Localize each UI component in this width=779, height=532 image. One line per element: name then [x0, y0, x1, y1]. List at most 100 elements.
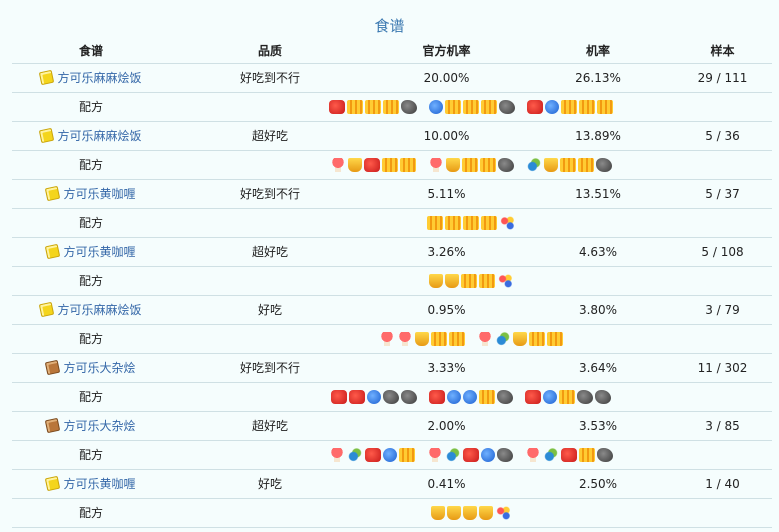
ingredient-combo: [330, 389, 418, 404]
rock-icon: [499, 99, 515, 114]
table-row: 方可乐麻麻烩饭 好吃到不行 20.00% 26.13% 29 / 111: [12, 62, 772, 92]
ingredients-cell: [170, 91, 772, 121]
grain-icon: [400, 157, 416, 172]
fish-icon: [545, 99, 559, 114]
table-row: 方可乐黄咖喱 好吃 0.41% 2.50% 1 / 40: [12, 468, 772, 498]
grain-icon: [597, 99, 613, 114]
ingredient-combo: [427, 157, 515, 172]
recipe-link[interactable]: 方可乐麻麻烩饭: [57, 303, 141, 317]
table-row: 方可乐大杂烩 超好吃 2.00% 3.53% 3 / 85: [12, 410, 772, 440]
rock-icon: [401, 99, 417, 114]
ingredient-combo: [328, 99, 418, 114]
rock-icon: [497, 447, 513, 462]
rock-icon: [596, 157, 612, 172]
rate-cell: 4.63%: [523, 236, 673, 266]
recipe-label: 配方: [12, 265, 170, 295]
meat-icon: [329, 99, 345, 114]
recipe-label: 配方: [12, 149, 170, 179]
grain-icon: [427, 215, 443, 230]
berries-icon: [495, 505, 511, 520]
ingredient-combo: [328, 447, 416, 462]
honey-cup-icon: [429, 273, 443, 288]
recipe-label: 配方: [12, 91, 170, 121]
fish-icon: [543, 389, 557, 404]
table-row: 方可乐麻麻烩饭 超好吃 10.00% 13.89% 5 / 36: [12, 120, 772, 150]
dish-icon: [45, 359, 61, 376]
header-rate: 机率: [585, 43, 610, 58]
recipe-link[interactable]: 方可乐黄咖喱: [63, 245, 135, 259]
grain-icon: [463, 99, 479, 114]
recipe-link[interactable]: 方可乐大杂烩: [63, 361, 135, 375]
recipe-label: 配方: [12, 207, 170, 237]
ingredient-combo: [428, 273, 514, 288]
ingredient-combo: [430, 505, 512, 520]
meat-icon: [364, 157, 380, 172]
mushroom-icon: [397, 331, 413, 346]
mushroom-icon: [428, 157, 444, 172]
grain-icon: [463, 215, 479, 230]
rock-icon: [595, 389, 611, 404]
ingredients-cell: [170, 497, 772, 528]
recipe-link[interactable]: 方可乐大杂烩: [63, 419, 135, 433]
recipe-name-cell: 方可乐大杂烩: [12, 410, 170, 440]
grain-icon: [399, 447, 415, 462]
grain-icon: [461, 273, 477, 288]
dish-icon: [45, 475, 61, 492]
official-rate-cell: 0.95%: [370, 294, 523, 324]
quality-cell: 好吃到不行: [170, 178, 370, 208]
grain-icon: [529, 331, 545, 346]
honey-cup-icon: [479, 505, 493, 520]
mushroom-icon: [330, 157, 346, 172]
recipe-name-cell: 方可乐麻麻烩饭: [12, 62, 170, 92]
rate-cell: 3.80%: [523, 294, 673, 324]
ingredient-combo: [426, 215, 516, 230]
recipe-ingredients-row: 配方: [12, 497, 772, 528]
rate-cell: 26.13%: [523, 62, 673, 92]
grain-icon: [559, 389, 575, 404]
mushroom-icon: [427, 447, 443, 462]
meat-icon: [365, 447, 381, 462]
dish-icon: [45, 417, 61, 434]
fish-icon: [463, 389, 477, 404]
official-rate-cell: 3.33%: [370, 352, 523, 382]
recipe-label: 配方: [12, 323, 170, 353]
recipe-ingredients-row: 配方: [12, 207, 772, 237]
quality-cell: 好吃: [170, 294, 370, 324]
header-sample: 样本: [710, 43, 735, 58]
grain-icon: [347, 99, 363, 114]
dish-icon: [39, 69, 55, 86]
sample-cell: 3 / 85: [673, 410, 772, 440]
official-rate-cell: 20.00%: [370, 62, 523, 92]
recipe-link[interactable]: 方可乐黄咖喱: [63, 477, 135, 491]
rate-cell: 13.89%: [523, 120, 673, 150]
recipe-link[interactable]: 方可乐麻麻烩饭: [57, 129, 141, 143]
rate-cell: 3.53%: [523, 410, 673, 440]
honey-cup-icon: [415, 331, 429, 346]
grain-icon: [481, 215, 497, 230]
berries-icon: [499, 215, 515, 230]
ingredients-cell: [170, 149, 772, 179]
recipe-link[interactable]: 方可乐麻麻烩饭: [57, 71, 141, 85]
quality-cell: 好吃: [170, 468, 370, 498]
sample-cell: 5 / 36: [673, 120, 772, 150]
ingredient-combo: [524, 447, 614, 462]
header-recipe: 食谱: [78, 43, 103, 58]
table-row: 方可乐黄咖喱 好吃到不行 5.11% 13.51% 5 / 37: [12, 178, 772, 208]
grain-icon: [445, 215, 461, 230]
quality-cell: 超好吃: [170, 236, 370, 266]
recipe-name-cell: 方可乐黄咖喱: [12, 236, 170, 266]
ingredient-combo: [378, 331, 466, 346]
ingredient-combo: [526, 99, 614, 114]
recipe-name-cell: 方可乐黄咖喱: [12, 178, 170, 208]
recipe-link[interactable]: 方可乐黄咖喱: [63, 187, 135, 201]
mushroom-icon: [329, 447, 345, 462]
grain-icon: [431, 331, 447, 346]
grain-icon: [561, 99, 577, 114]
meat-icon: [349, 389, 365, 404]
recipe-name-cell: 方可乐麻麻烩饭: [12, 294, 170, 324]
recipe-ingredients-row: 配方: [12, 323, 772, 353]
recipe-name-cell: 方可乐大杂烩: [12, 352, 170, 382]
honey-cup-icon: [544, 157, 558, 172]
sample-cell: 29 / 111: [673, 62, 772, 92]
shell-icon: [526, 157, 542, 172]
